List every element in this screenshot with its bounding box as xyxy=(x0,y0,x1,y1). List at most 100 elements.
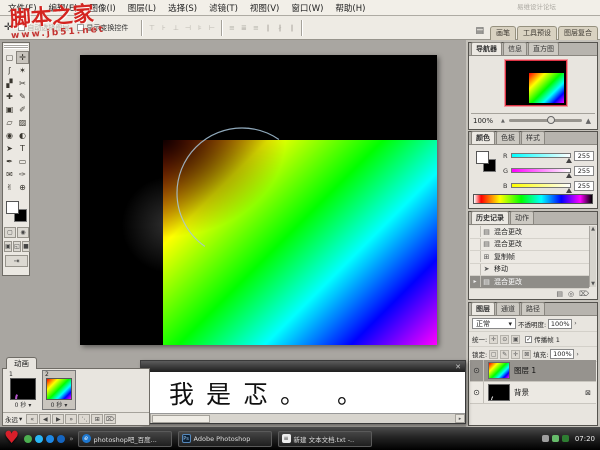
menu-item[interactable]: 窗口(W) xyxy=(285,0,329,16)
gradient-tool[interactable]: ▨ xyxy=(16,116,29,129)
menu-item[interactable]: 图像(I) xyxy=(84,0,122,16)
distribute-icon[interactable]: ∦ xyxy=(275,24,284,32)
scroll-down-icon[interactable]: ▼ xyxy=(591,281,595,287)
panel-tab[interactable]: 动作 xyxy=(510,211,534,224)
align-icon[interactable]: ⊤ xyxy=(147,24,156,32)
palette-well-tab[interactable]: 图层复合 xyxy=(558,26,598,40)
animation-control-button[interactable]: » xyxy=(65,414,77,424)
screen-mode-button[interactable]: ◱ xyxy=(13,241,21,252)
quicklaunch-icon[interactable] xyxy=(46,435,54,443)
panel-tab[interactable]: 路径 xyxy=(521,302,545,315)
slider-thumb-icon[interactable] xyxy=(566,158,572,163)
menu-item[interactable]: 滤镜(T) xyxy=(203,0,244,16)
unify-button[interactable]: ▣ xyxy=(511,335,520,344)
animation-panel-tab[interactable]: 动画 xyxy=(6,357,37,369)
lock-button[interactable]: ✎ xyxy=(500,350,509,359)
history-source-well[interactable] xyxy=(470,239,481,250)
panel-tab[interactable]: 直方图 xyxy=(528,42,559,55)
zoom-in-icon[interactable]: ▲ xyxy=(586,117,591,125)
show-transform-checkbox[interactable]: 显示变换控件 xyxy=(77,23,128,33)
zoom-slider[interactable] xyxy=(509,119,582,122)
animation-control-button[interactable]: ⊞ xyxy=(91,414,103,424)
crop-tool[interactable]: ▞ xyxy=(3,77,16,90)
panel-tab[interactable]: 图层 xyxy=(471,302,495,315)
opacity-field[interactable]: 100% xyxy=(548,319,572,329)
move-tool[interactable]: ✛ xyxy=(16,51,29,64)
frame-delay[interactable]: 0 秒 ▾ xyxy=(43,400,75,409)
history-step[interactable]: ▤ 混合更改 xyxy=(470,226,589,239)
close-icon[interactable]: ✕ xyxy=(455,363,461,371)
channel-slider[interactable] xyxy=(511,153,571,158)
notes-tool[interactable]: ✉ xyxy=(3,168,16,181)
scroll-up-icon[interactable]: ▲ xyxy=(591,226,595,232)
type-tool[interactable]: T xyxy=(16,142,29,155)
palette-well-tab[interactable]: 画笔 xyxy=(490,26,516,40)
quicklaunch-icon[interactable] xyxy=(35,435,43,443)
magic-wand-tool[interactable]: ✶ xyxy=(16,64,29,77)
eyedropper-tool[interactable]: ✑ xyxy=(16,168,29,181)
slider-thumb-icon[interactable] xyxy=(566,173,572,178)
tray-icon[interactable] xyxy=(552,435,559,442)
color-spectrum-ramp[interactable] xyxy=(473,194,593,204)
foreground-color-swatch[interactable] xyxy=(6,201,19,214)
history-scrollbar[interactable]: ▲ ▼ xyxy=(589,226,596,287)
zoom-level[interactable]: 100% xyxy=(473,117,499,125)
navigator-proxy-preview[interactable] xyxy=(505,60,567,106)
menu-item[interactable]: 帮助(H) xyxy=(329,0,371,16)
zoom-out-icon[interactable]: ▲ xyxy=(501,118,505,124)
auto-select-checkbox[interactable]: 自动选择图层 xyxy=(18,23,69,33)
screen-mode-button[interactable]: ■ xyxy=(22,241,30,252)
menu-item[interactable]: 文件(F) xyxy=(2,0,43,16)
channel-slider[interactable] xyxy=(511,183,571,188)
zoom-slider-thumb[interactable] xyxy=(547,116,555,124)
frame-1[interactable]: 1 0 秒 ▾ xyxy=(7,371,39,409)
animation-control-button[interactable]: ⋱ xyxy=(78,414,90,424)
brush-tool[interactable]: ✎ xyxy=(16,90,29,103)
frame-2[interactable]: 2 0 秒 ▾ xyxy=(43,371,75,409)
scroll-right-icon[interactable]: ▸ xyxy=(455,414,465,423)
history-step[interactable]: ▸ ▤ 混合更改 xyxy=(470,276,589,289)
hand-tool[interactable]: ✌ xyxy=(3,181,16,194)
frame-delay[interactable]: 0 秒 ▾ xyxy=(7,400,39,409)
rectangular-marquee-tool[interactable]: ▢ xyxy=(3,51,16,64)
notepad-scrollbar[interactable]: ◂ ▸ xyxy=(141,413,465,423)
history-step[interactable]: ▤ 混合更改 xyxy=(470,239,589,252)
distribute-icon[interactable]: ∥ xyxy=(263,24,272,32)
fill-spinner-icon[interactable]: › xyxy=(576,351,578,358)
slice-tool[interactable]: ✂ xyxy=(16,77,29,90)
foreground-color-swatch[interactable] xyxy=(476,151,489,164)
panel-tab[interactable]: 信息 xyxy=(503,42,527,55)
unify-button[interactable]: ⊙ xyxy=(500,335,509,344)
layer-thumbnail[interactable] xyxy=(488,362,510,379)
channel-value-field[interactable]: 255 xyxy=(574,151,594,161)
align-icon[interactable]: ⊣ xyxy=(183,24,192,32)
pen-tool[interactable]: ✒ xyxy=(3,155,16,168)
zoom-tool[interactable]: ⊕ xyxy=(16,181,29,194)
notepad-text[interactable]: 我是忑。 。 xyxy=(141,372,465,413)
history-source-well[interactable]: ▸ xyxy=(470,276,481,287)
history-step[interactable]: ➤ 移动 xyxy=(470,264,589,277)
unify-button[interactable]: ✛ xyxy=(489,335,498,344)
screen-mode-button[interactable]: ▣ xyxy=(4,241,12,252)
scrollbar-thumb[interactable] xyxy=(152,415,210,423)
align-icon[interactable]: ⊧ xyxy=(195,24,204,32)
history-source-well[interactable] xyxy=(470,251,481,262)
layer-row-layer1[interactable]: ⊙ 图层 1 xyxy=(470,360,596,382)
quicklaunch-icon[interactable] xyxy=(24,435,32,443)
history-brush-tool[interactable]: ✐ xyxy=(16,103,29,116)
panel-tab[interactable]: 颜色 xyxy=(471,131,495,144)
taskbar-button[interactable]: e photoshop吧_百度... xyxy=(78,431,172,447)
panel-tab[interactable]: 样式 xyxy=(521,131,545,144)
animation-control-button[interactable]: « xyxy=(26,414,38,424)
eye-icon[interactable]: ⊙ xyxy=(470,360,484,381)
fill-field[interactable]: 100% xyxy=(550,349,574,359)
distribute-icon[interactable]: ∥ xyxy=(287,24,296,32)
opacity-spinner-icon[interactable]: › xyxy=(574,320,576,327)
quicklaunch-icon[interactable] xyxy=(57,435,65,443)
align-icon[interactable]: ⊦ xyxy=(159,24,168,32)
notepad-titlebar[interactable]: ✕ xyxy=(141,361,465,372)
layer-thumbnail[interactable] xyxy=(488,384,510,401)
slider-thumb-icon[interactable] xyxy=(566,188,572,193)
panel-tab[interactable]: 通道 xyxy=(496,302,520,315)
lock-button[interactable]: ▢ xyxy=(489,350,498,359)
